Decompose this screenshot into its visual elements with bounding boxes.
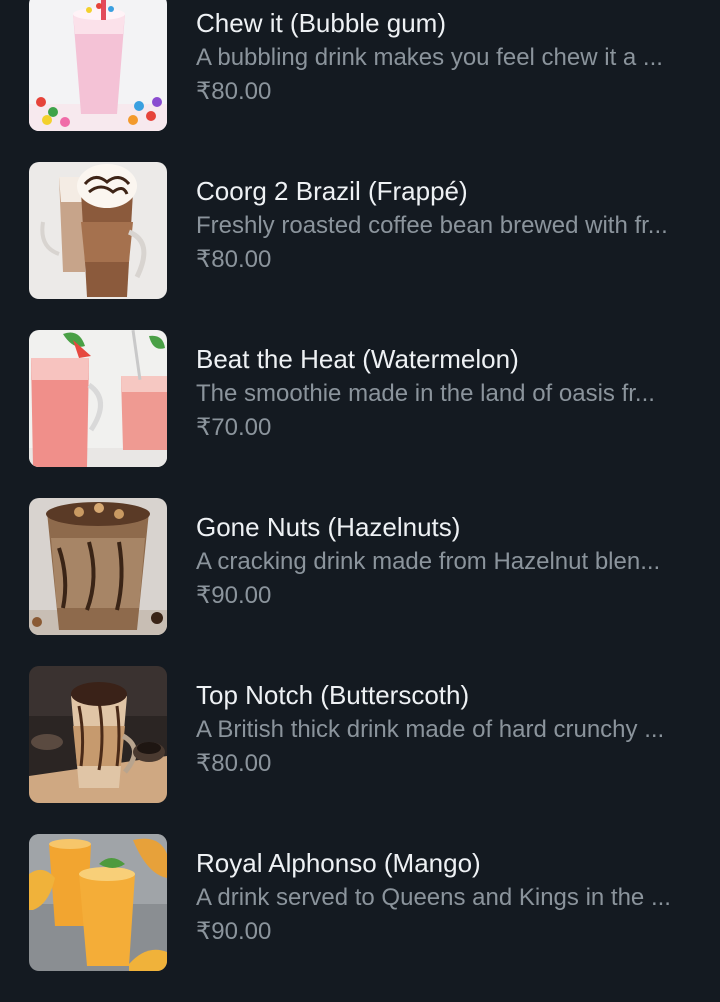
menu-item-bubble-gum[interactable]: Chew it (Bubble gum) A bubbling drink ma…: [0, 0, 720, 162]
item-price: ₹70.00: [196, 414, 272, 441]
item-price: ₹90.00: [196, 582, 272, 609]
item-title: Coorg 2 Brazil (Frappé): [196, 176, 468, 206]
item-title: Gone Nuts (Hazelnuts): [196, 512, 461, 542]
item-description: A bubbling drink makes you feel chew it …: [196, 44, 663, 71]
item-price: ₹80.00: [196, 750, 272, 777]
item-price: ₹90.00: [196, 918, 272, 945]
bubble-gum-shake-image: [29, 0, 167, 131]
menu-item-butterscotch[interactable]: Top Notch (Butterscoth) A British thick …: [0, 666, 720, 834]
item-price: ₹80.00: [196, 78, 272, 105]
item-price: ₹80.00: [196, 246, 272, 273]
item-description: The smoothie made in the land of oasis f…: [196, 380, 655, 407]
menu-item-watermelon[interactable]: Beat the Heat (Watermelon) The smoothie …: [0, 330, 720, 498]
butterscotch-shake-image: [29, 666, 167, 803]
item-title: Royal Alphonso (Mango): [196, 848, 481, 878]
mango-shake-image: [29, 834, 167, 971]
item-description: Freshly roasted coffee bean brewed with …: [196, 212, 668, 239]
menu-item-hazelnuts[interactable]: Gone Nuts (Hazelnuts) A cracking drink m…: [0, 498, 720, 666]
item-description: A cracking drink made from Hazelnut blen…: [196, 548, 661, 575]
watermelon-smoothie-image: [29, 330, 167, 467]
frappe-image: [29, 162, 167, 299]
item-title: Beat the Heat (Watermelon): [196, 344, 519, 374]
hazelnut-shake-image: [29, 498, 167, 635]
item-description: A British thick drink made of hard crunc…: [196, 716, 665, 743]
item-description: A drink served to Queens and Kings in th…: [196, 884, 671, 911]
item-title: Top Notch (Butterscoth): [196, 680, 470, 710]
menu-item-frappe[interactable]: Coorg 2 Brazil (Frappé) Freshly roasted …: [0, 162, 720, 330]
menu-list: Chew it (Bubble gum) A bubbling drink ma…: [0, 0, 720, 991]
item-title: Chew it (Bubble gum): [196, 8, 446, 38]
menu-item-mango[interactable]: Royal Alphonso (Mango) A drink served to…: [0, 834, 720, 1002]
